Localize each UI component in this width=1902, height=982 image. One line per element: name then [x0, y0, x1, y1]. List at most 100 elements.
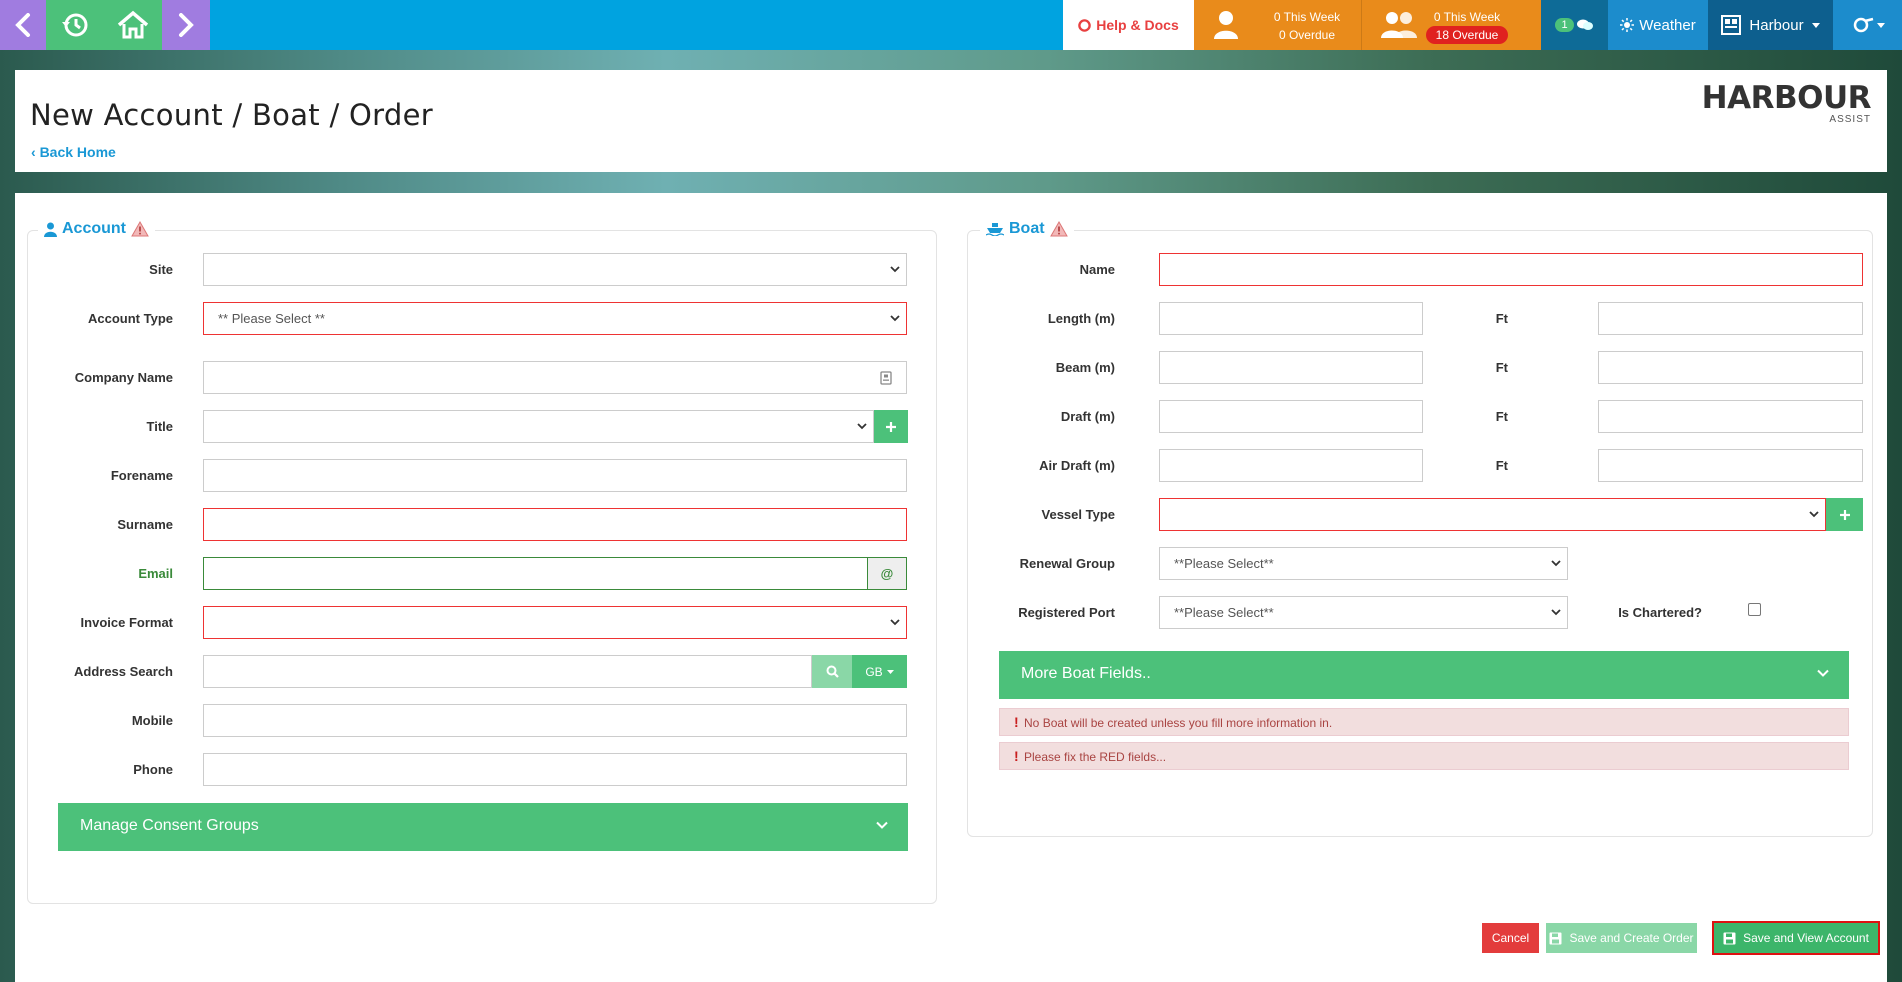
chevron-down-icon [857, 423, 867, 430]
beam-m-input[interactable] [1159, 351, 1423, 384]
boat-name-row: Name [968, 253, 1874, 286]
sun-icon [1620, 18, 1635, 32]
company-name-row: Company Name [28, 361, 938, 394]
forename-row: Forename [28, 459, 938, 492]
draft-row: Draft (m) Ft [968, 400, 1874, 433]
help-docs-link[interactable]: Help & Docs [1063, 0, 1194, 50]
forename-input[interactable] [203, 459, 907, 492]
manage-consent-groups-accordion[interactable]: Manage Consent Groups [58, 803, 908, 851]
beam-row: Beam (m) Ft [968, 351, 1874, 384]
site-select[interactable] [203, 253, 907, 286]
my-this-week: 0 This Week [1273, 10, 1341, 24]
address-search-label: Address Search [74, 664, 173, 679]
my-activities-widget[interactable]: 0 This Week 0 Overdue [1194, 0, 1362, 50]
vessel-type-row: Vessel Type [968, 498, 1874, 531]
forward-button[interactable] [162, 0, 210, 50]
page-title: New Account / Boat / Order [30, 98, 433, 132]
save-and-create-order-button[interactable]: Save and Create Order [1546, 923, 1697, 953]
save-and-view-account-button[interactable]: Save and View Account [1712, 921, 1880, 955]
back-button[interactable] [0, 0, 46, 50]
title-select[interactable] [203, 410, 874, 443]
email-label: Email [138, 566, 173, 581]
weather-button[interactable]: Weather [1608, 0, 1708, 50]
user-settings-dropdown[interactable] [1833, 0, 1902, 50]
length-ft-input[interactable] [1598, 302, 1863, 335]
site-label: Site [149, 262, 173, 277]
country-dropdown[interactable]: GB [852, 655, 907, 688]
account-type-select[interactable]: ** Please Select ** [203, 302, 907, 335]
caret-down-icon [1876, 22, 1885, 28]
caret-down-icon [886, 669, 894, 674]
add-vessel-type-button[interactable] [1826, 498, 1863, 531]
chevron-down-icon [1551, 609, 1561, 616]
country-value: GB [865, 664, 883, 679]
boat-icon [986, 223, 1004, 236]
user-icon [1214, 11, 1238, 39]
email-row: Email @ [28, 557, 938, 590]
account-legend-label: Account [62, 220, 126, 237]
surname-input[interactable] [203, 508, 907, 541]
phone-label: Phone [133, 762, 173, 777]
add-title-button[interactable] [874, 410, 908, 443]
draft-ft-label: Ft [1495, 409, 1508, 424]
length-m-input[interactable] [1159, 302, 1423, 335]
renewal-group-row: Renewal Group **Please Select** [968, 547, 1874, 580]
history-button[interactable] [46, 0, 104, 50]
address-search-button[interactable] [812, 655, 852, 688]
invoice-format-select[interactable] [203, 606, 907, 639]
more-boat-fields-label: More Boat Fields.. [1021, 665, 1151, 682]
more-boat-fields-accordion[interactable]: More Boat Fields.. [999, 651, 1849, 699]
exclamation-icon: ! [1014, 714, 1019, 730]
length-label: Length (m) [1047, 311, 1115, 326]
renewal-group-select[interactable]: **Please Select** [1159, 547, 1568, 580]
account-type-label: Account Type [88, 311, 173, 326]
back-home-link[interactable]: ‹ Back Home [31, 144, 116, 160]
caret-down-icon [1811, 22, 1820, 28]
draft-m-input[interactable] [1159, 400, 1423, 433]
chat-toggle[interactable]: 1 [1541, 0, 1608, 50]
beam-ft-label: Ft [1495, 360, 1508, 375]
chevron-down-icon [876, 821, 888, 829]
address-search-input[interactable] [203, 655, 812, 688]
cancel-button[interactable]: Cancel [1482, 923, 1539, 953]
warning-icon [1049, 221, 1068, 237]
company-name-input[interactable] [203, 361, 907, 394]
boat-name-label: Name [1079, 262, 1115, 277]
vessel-type-select[interactable] [1159, 498, 1826, 531]
is-chartered-checkbox[interactable] [1748, 603, 1761, 616]
registered-port-value: **Please Select** [1174, 605, 1274, 620]
account-type-value: ** Please Select ** [218, 311, 325, 326]
exclamation-icon: ! [1014, 748, 1019, 764]
back-arrow-icon [15, 13, 30, 37]
phone-input[interactable] [203, 753, 907, 786]
chevron-down-icon [890, 266, 900, 273]
back-home-label: Back Home [39, 144, 116, 160]
no-boat-alert-text: No Boat will be created unless you fill … [1024, 716, 1333, 730]
draft-ft-input[interactable] [1598, 400, 1863, 433]
boat-legend-label: Boat [1009, 220, 1045, 237]
email-input[interactable] [203, 557, 868, 590]
air-draft-ft-label: Ft [1495, 458, 1508, 473]
team-overdue-badge: 18 Overdue [1425, 26, 1509, 44]
chat-count-badge: 1 [1555, 18, 1574, 32]
length-row: Length (m) Ft [968, 302, 1874, 335]
home-button[interactable] [104, 0, 162, 50]
vessel-type-label: Vessel Type [1041, 507, 1115, 522]
floppy-disk-icon [1723, 932, 1736, 944]
email-addon: @ [868, 557, 907, 590]
chat-bubbles-icon [1576, 19, 1593, 30]
beam-ft-input[interactable] [1598, 351, 1863, 384]
length-ft-label: Ft [1495, 311, 1508, 326]
boat-name-input[interactable] [1159, 253, 1863, 286]
consent-accordion-label: Manage Consent Groups [80, 817, 259, 834]
team-activities-widget[interactable]: 0 This Week 18 Overdue [1362, 0, 1541, 50]
invoice-format-row: Invoice Format [28, 606, 938, 639]
air-draft-m-input[interactable] [1159, 449, 1423, 482]
harbour-dropdown[interactable]: Harbour [1708, 0, 1833, 50]
registered-port-label: Registered Port [1018, 605, 1115, 620]
account-fieldset: Account Site Account Type ** Please Sele… [27, 220, 938, 904]
mobile-label: Mobile [131, 713, 173, 728]
mobile-input[interactable] [203, 704, 907, 737]
registered-port-select[interactable]: **Please Select** [1159, 596, 1568, 629]
air-draft-ft-input[interactable] [1598, 449, 1863, 482]
